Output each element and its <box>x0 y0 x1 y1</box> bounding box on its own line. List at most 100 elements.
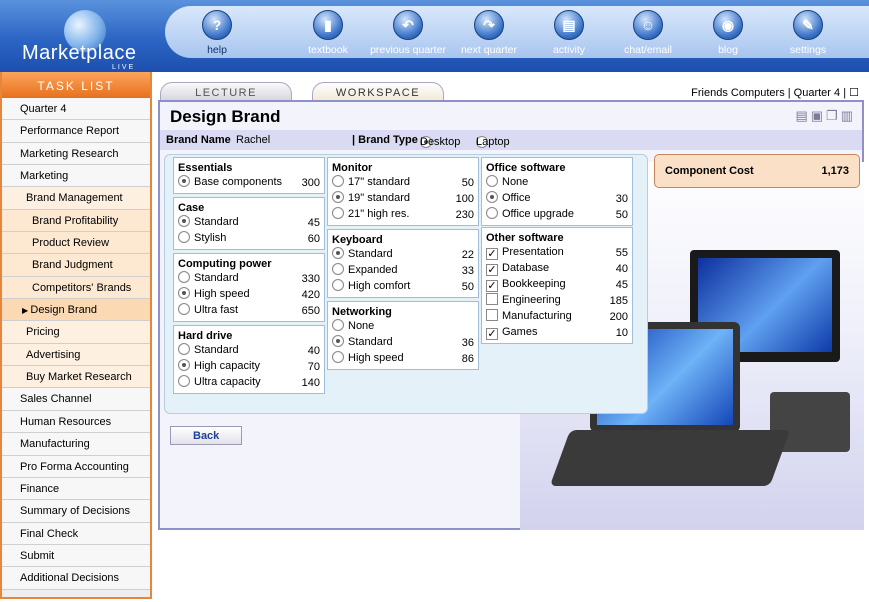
option-radio[interactable] <box>486 191 498 203</box>
sidebar-item-competitors-brands[interactable]: Competitors' Brands <box>2 276 150 300</box>
option-radio[interactable] <box>332 351 344 363</box>
option-radio[interactable] <box>332 335 344 347</box>
export-icon[interactable]: ▣ <box>811 108 826 123</box>
option-row[interactable]: Engineering 185 <box>482 293 632 309</box>
option-checkbox[interactable]: ✓ <box>486 248 498 260</box>
window-icon[interactable]: ☐ <box>849 87 859 99</box>
option-price: 230 <box>455 209 474 221</box>
sidebar-item-advertising[interactable]: Advertising <box>2 343 150 367</box>
option-row[interactable]: ✓ Presentation 55 <box>482 245 632 261</box>
option-radio[interactable] <box>486 175 498 187</box>
option-radio[interactable] <box>332 279 344 291</box>
tab-workspace[interactable]: WORKSPACE <box>312 82 444 102</box>
option-row[interactable]: None <box>328 319 478 335</box>
option-row[interactable]: Base components 300 <box>174 175 324 191</box>
option-row[interactable]: Standard 22 <box>328 247 478 263</box>
toolbar-button-blog[interactable]: ◉ blog <box>686 10 770 56</box>
tab-lecture[interactable]: LECTURE <box>160 82 292 102</box>
sidebar-item-final-check[interactable]: Final Check <box>2 522 150 545</box>
sidebar-item-brand-profitability[interactable]: Brand Profitability <box>2 209 150 233</box>
sidebar-item-pro-forma-accounting[interactable]: Pro Forma Accounting <box>2 455 150 478</box>
print-icon[interactable]: ▤ <box>795 108 810 123</box>
sidebar-item-buy-market-research[interactable]: Buy Market Research <box>2 366 150 389</box>
option-row[interactable]: ✓ Database 40 <box>482 261 632 277</box>
sidebar-item-label: Quarter 4 <box>20 103 67 115</box>
sidebar-item-summary-of-decisions[interactable]: Summary of Decisions <box>2 500 150 523</box>
option-radio[interactable] <box>332 247 344 259</box>
sidebar-item-performance-report[interactable]: Performance Report <box>2 120 150 143</box>
sidebar-item-label: Sales Channel <box>20 393 92 406</box>
toolbar-button-textbook[interactable]: ▮ textbook <box>286 10 370 56</box>
toolbar-button-activity[interactable]: ▤ activity <box>527 10 611 56</box>
option-radio[interactable] <box>332 263 344 275</box>
option-row[interactable]: Standard 45 <box>174 215 324 231</box>
option-row[interactable]: Stylish 60 <box>174 231 324 247</box>
sidebar-item-marketing-research[interactable]: Marketing Research <box>2 142 150 166</box>
sidebar-item-quarter-4[interactable]: Quarter 4 <box>2 98 150 121</box>
option-radio[interactable] <box>178 303 190 315</box>
option-checkbox[interactable]: ✓ <box>486 264 498 276</box>
option-radio[interactable] <box>332 175 344 187</box>
option-checkbox[interactable] <box>486 309 498 321</box>
option-row[interactable]: 21" high res. 230 <box>328 207 478 223</box>
option-radio[interactable] <box>178 359 190 371</box>
marketplace-logo: Marketplace LIVE <box>8 8 158 71</box>
option-radio[interactable] <box>178 375 190 387</box>
option-row[interactable]: Office upgrade 50 <box>482 207 632 223</box>
sidebar-item-additional-decisions[interactable]: Additional Decisions <box>2 567 150 590</box>
option-radio[interactable] <box>332 207 344 219</box>
toolbar-button-chat-email[interactable]: ☺ chat/email <box>606 10 690 56</box>
option-row[interactable]: 19" standard 100 <box>328 191 478 207</box>
option-row[interactable]: 17" standard 50 <box>328 175 478 191</box>
option-row[interactable]: None <box>482 175 632 191</box>
sidebar-item-manufacturing[interactable]: Manufacturing <box>2 433 150 456</box>
sidebar-item-brand-management[interactable]: Brand Management <box>2 187 150 210</box>
option-row[interactable]: High comfort 50 <box>328 279 478 295</box>
option-checkbox[interactable] <box>486 293 498 305</box>
option-row[interactable]: High speed 420 <box>174 287 324 303</box>
sidebar-item-brand-judgment[interactable]: Brand Judgment <box>2 254 150 277</box>
option-group-case: Case Standard 45 Stylish 60 <box>173 197 325 250</box>
sidebar-item-pricing[interactable]: Pricing <box>2 321 150 344</box>
option-row[interactable]: Expanded 33 <box>328 263 478 279</box>
option-radio[interactable] <box>178 215 190 227</box>
window-icon[interactable]: ❐ <box>826 108 841 123</box>
back-button[interactable]: Back <box>170 426 242 445</box>
option-row[interactable]: Manufacturing 200 <box>482 309 632 325</box>
toolbar-button-help[interactable]: ? help <box>175 10 259 56</box>
option-radio[interactable] <box>332 319 344 331</box>
sidebar-item-label: Finance <box>20 482 60 495</box>
toolbar-button-settings[interactable]: ✎ settings <box>766 10 850 56</box>
option-row[interactable]: Ultra fast 650 <box>174 303 324 319</box>
option-row[interactable]: Standard 330 <box>174 271 324 287</box>
sidebar-item-design-brand[interactable]: ▶ Design Brand <box>2 299 150 322</box>
option-radio[interactable] <box>178 231 190 243</box>
option-checkbox[interactable]: ✓ <box>486 328 498 340</box>
option-row[interactable]: High speed 86 <box>328 351 478 367</box>
option-row[interactable]: Ultra capacity 140 <box>174 375 324 391</box>
option-radio[interactable] <box>178 287 190 299</box>
option-row[interactable]: Standard 36 <box>328 335 478 351</box>
sidebar-item-marketing[interactable]: Marketing <box>2 165 150 188</box>
sidebar-item-submit[interactable]: Submit <box>2 544 150 568</box>
sidebar-item-finance[interactable]: Finance <box>2 477 150 501</box>
toolbar-button-next-quarter[interactable]: ↷ next quarter <box>447 10 531 56</box>
option-row[interactable]: ✓ Games 10 <box>482 325 632 341</box>
option-radio[interactable] <box>178 271 190 283</box>
option-radio[interactable] <box>486 207 498 219</box>
option-checkbox[interactable]: ✓ <box>486 280 498 292</box>
document-icon[interactable]: ▥ <box>841 108 856 123</box>
sidebar-item-product-review[interactable]: Product Review <box>2 232 150 255</box>
sidebar-item-label: Advertising <box>26 348 81 361</box>
option-row[interactable]: Office 30 <box>482 191 632 207</box>
option-radio[interactable] <box>332 191 344 203</box>
option-row[interactable]: Standard 40 <box>174 343 324 359</box>
option-label: Ultra fast <box>194 304 239 316</box>
toolbar-button-previous-quarter[interactable]: ↶ previous quarter <box>366 10 450 56</box>
option-radio[interactable] <box>178 175 190 187</box>
sidebar-item-human-resources[interactable]: Human Resources <box>2 410 150 434</box>
option-radio[interactable] <box>178 343 190 355</box>
option-row[interactable]: ✓ Bookkeeping 45 <box>482 277 632 293</box>
option-row[interactable]: High capacity 70 <box>174 359 324 375</box>
sidebar-item-sales-channel[interactable]: Sales Channel <box>2 388 150 411</box>
